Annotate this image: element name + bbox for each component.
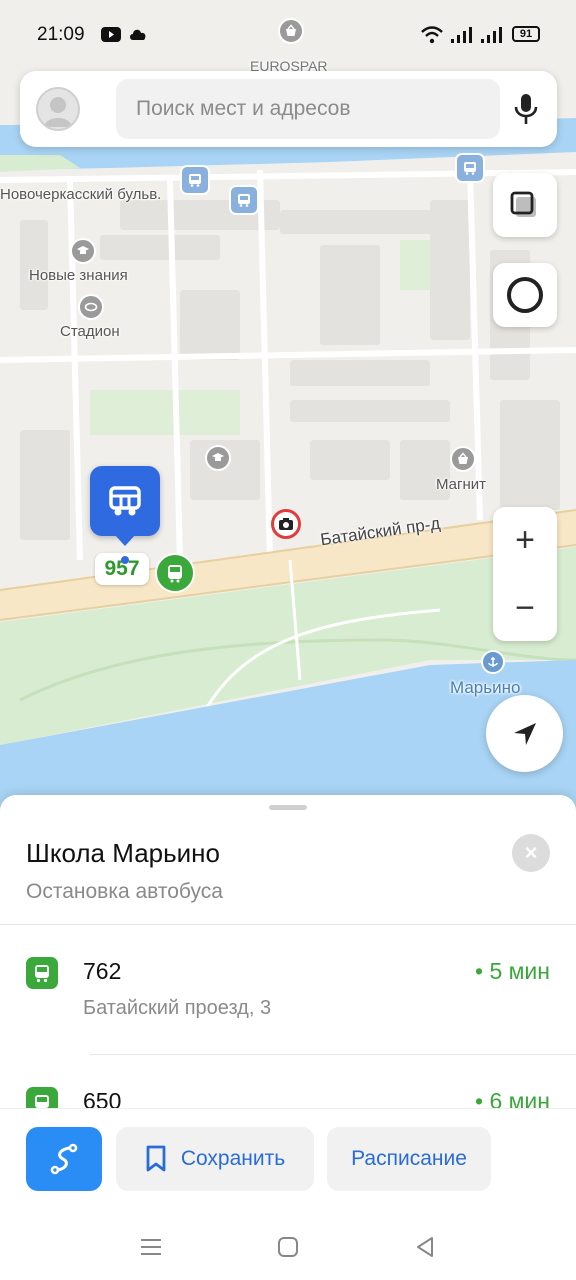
search-card [20, 71, 557, 147]
zoom-in-button[interactable]: + [493, 507, 557, 573]
pin-location-dot [121, 556, 129, 564]
bus-stop-icon[interactable] [229, 185, 259, 215]
my-location-button[interactable] [486, 695, 563, 772]
stop-subtitle: Остановка автобуса [26, 880, 223, 903]
menu-icon[interactable] [131, 1232, 171, 1262]
close-button[interactable]: × [512, 834, 550, 872]
route-address: Батайский проезд, 3 [83, 997, 272, 1019]
schedule-button[interactable]: Расписание [327, 1127, 491, 1191]
map-label-pier: Марьино [450, 678, 521, 697]
save-label: Сохранить [180, 1147, 286, 1170]
status-bar: 21:09 91 [0, 0, 576, 70]
home-icon[interactable] [268, 1232, 308, 1262]
anchor-icon[interactable] [481, 650, 505, 674]
action-bar: Сохранить Расписание [0, 1108, 576, 1218]
shopping-basket-icon[interactable] [450, 446, 476, 472]
route-icon [50, 1143, 78, 1175]
microphone-icon [514, 94, 538, 124]
stop-title: Школа Марьино [26, 838, 220, 868]
signal-icon [480, 26, 502, 49]
signal-icon [450, 26, 472, 49]
bookmark-icon [146, 1145, 166, 1172]
layers-icon [510, 191, 536, 217]
save-button[interactable]: Сохранить [116, 1127, 314, 1191]
stadium-icon[interactable] [78, 294, 104, 320]
bus-stop-icon [109, 486, 141, 516]
map-label-magnit: Магнит [436, 476, 487, 493]
zoom-control: + − [493, 507, 557, 641]
selected-stop-pin[interactable] [90, 466, 160, 536]
status-time: 21:09 [37, 24, 85, 45]
zoom-out-button[interactable]: − [493, 575, 557, 641]
route-row[interactable]: 762 Батайский проезд, 3 • 5 мин [0, 925, 576, 1035]
user-icon [44, 97, 72, 127]
close-icon: × [524, 840, 538, 865]
speed-camera-icon[interactable] [271, 509, 301, 539]
bus-stop-icon[interactable] [180, 165, 210, 195]
battery-indicator: 91 [512, 26, 540, 42]
avatar[interactable] [36, 87, 80, 131]
bus-icon [26, 957, 58, 989]
search-input[interactable] [116, 79, 500, 139]
bus-stop-icon[interactable] [455, 153, 485, 183]
alice-icon [507, 277, 543, 313]
alice-assistant-button[interactable] [493, 263, 557, 327]
map-label-school: Новые знания [29, 267, 128, 284]
map-view[interactable]: EUROSPAR Новочеркасский бульв. Новые зна… [0, 0, 576, 830]
route-eta: • 5 мин [475, 958, 550, 984]
map-label-stadium: Стадион [60, 323, 120, 340]
school-cap-icon[interactable] [205, 445, 231, 471]
build-route-button[interactable] [26, 1127, 102, 1191]
youtube-icon [101, 27, 121, 47]
navigation-arrow-icon [513, 722, 536, 745]
wifi-icon [421, 26, 443, 49]
pin-tail [114, 534, 136, 546]
moving-bus-icon[interactable] [155, 553, 195, 593]
schedule-label: Расписание [351, 1147, 467, 1170]
layers-button[interactable] [493, 173, 557, 237]
microphone-button[interactable] [502, 85, 550, 133]
route-number: 762 [83, 958, 122, 984]
sheet-drag-handle[interactable] [269, 805, 307, 810]
back-icon[interactable] [405, 1232, 445, 1262]
school-cap-icon[interactable] [70, 238, 96, 264]
system-navigation-bar [0, 1218, 576, 1280]
cloud-icon [128, 27, 148, 46]
map-label-street: Новочеркасский бульв. [0, 186, 162, 203]
